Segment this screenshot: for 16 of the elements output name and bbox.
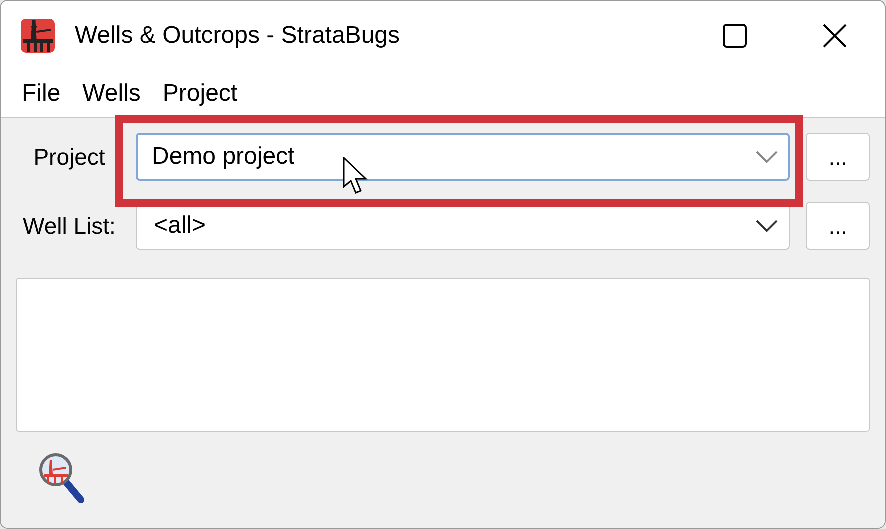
browse-button[interactable]: ... (806, 202, 870, 250)
chevron-down-icon (756, 151, 778, 163)
chevron-down-icon (756, 220, 778, 232)
menu-item[interactable]: Wells (72, 76, 152, 112)
close-icon[interactable] (823, 24, 847, 48)
dropdown[interactable]: Demo project (136, 133, 790, 181)
browse-button[interactable]: ... (806, 133, 870, 181)
field-label: Project (34, 142, 106, 172)
menu-item[interactable]: Project (152, 76, 249, 112)
oil-rig-icon (21, 19, 55, 53)
window-title: Wells & Outcrops - StrataBugs (75, 21, 400, 51)
search-icon[interactable] (38, 452, 86, 504)
maximize-icon[interactable] (723, 24, 747, 48)
menu-item[interactable]: File (11, 76, 72, 112)
cursor-icon (343, 157, 369, 197)
field-label: Well List: (23, 212, 116, 241)
